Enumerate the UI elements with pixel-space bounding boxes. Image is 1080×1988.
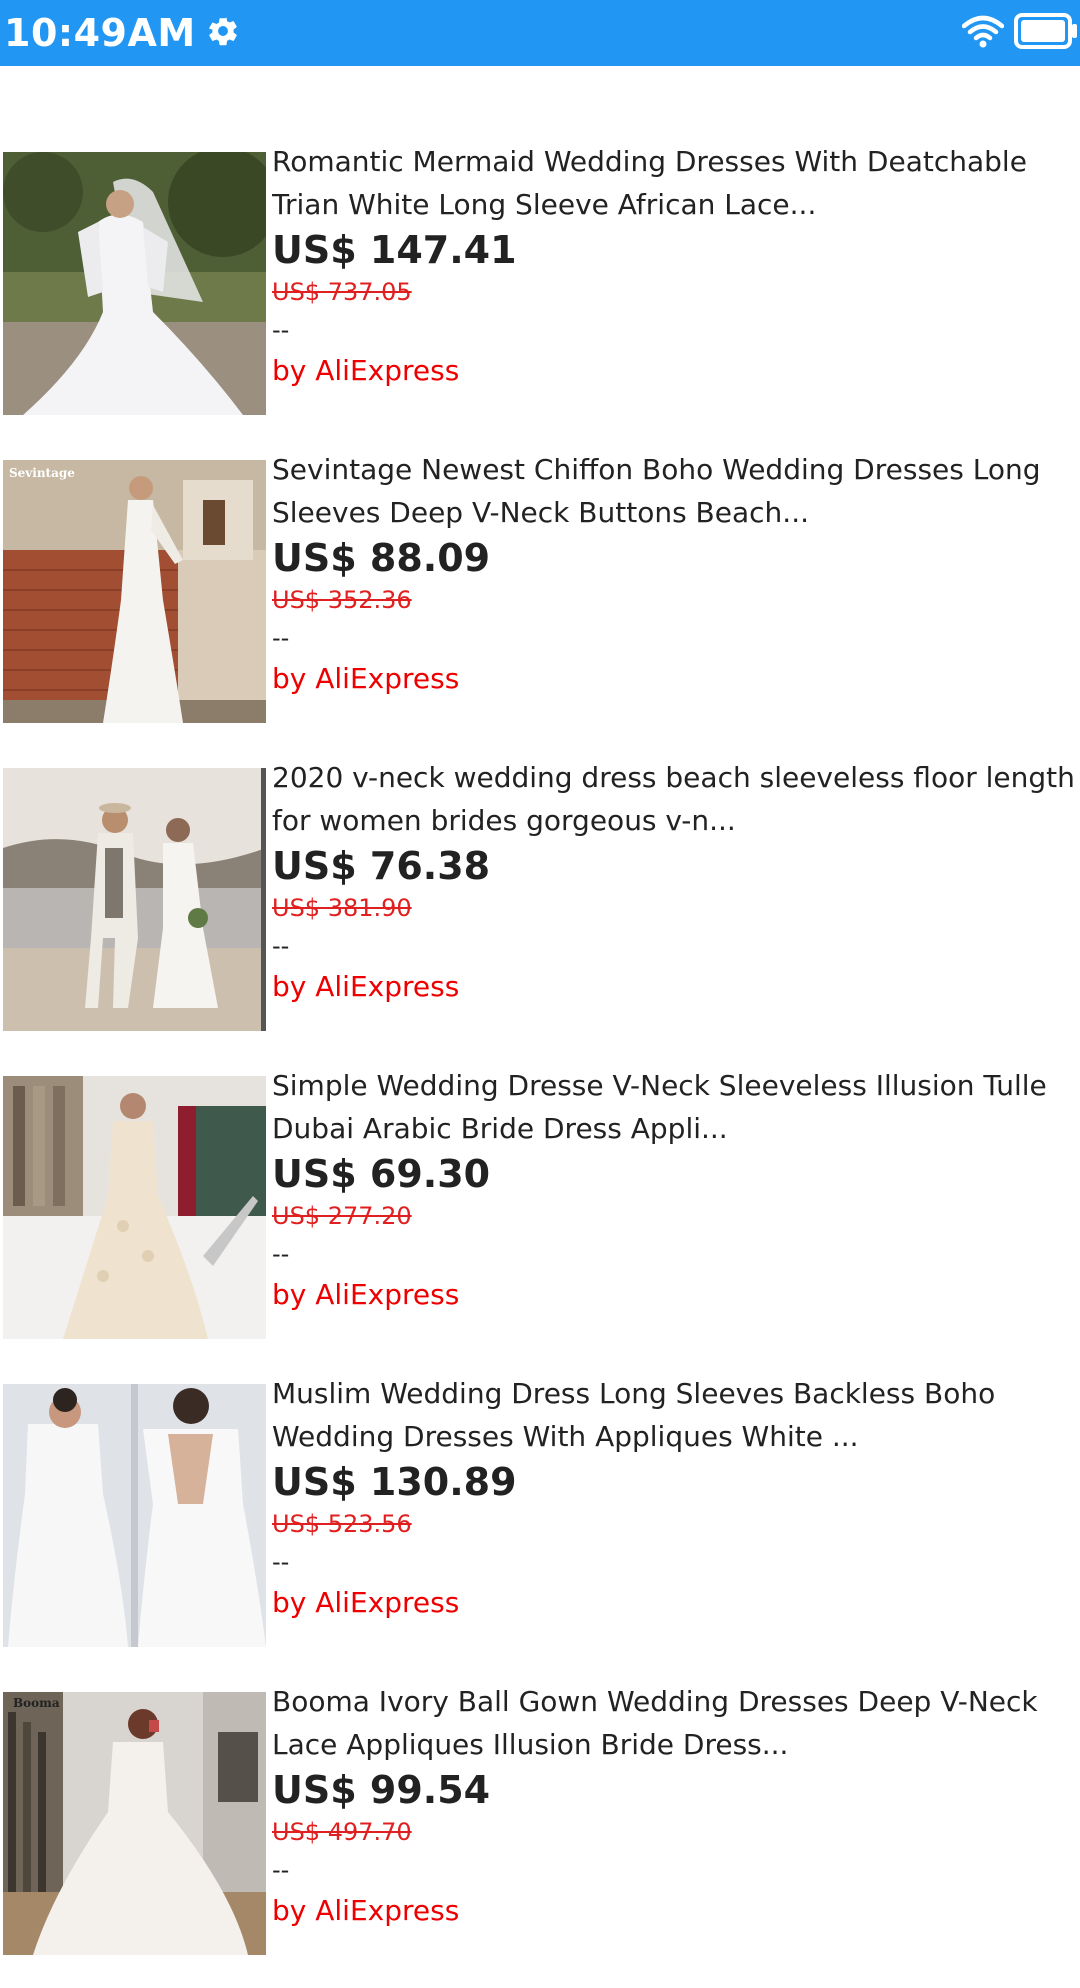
- product-seller[interactable]: by AliExpress: [272, 658, 1076, 700]
- product-title[interactable]: Simple Wedding Dresse V-Neck Sleeveless …: [272, 1064, 1076, 1150]
- product-image[interactable]: [3, 1076, 266, 1339]
- product-seller[interactable]: by AliExpress: [272, 1890, 1076, 1932]
- product-title[interactable]: Romantic Mermaid Wedding Dresses With De…: [272, 140, 1076, 226]
- product-original-price: US$ 352.36: [272, 586, 412, 614]
- product-list: Romantic Mermaid Wedding Dresses With De…: [0, 140, 1080, 1988]
- product-title[interactable]: Booma Ivory Ball Gown Wedding Dresses De…: [272, 1680, 1076, 1766]
- product-price: US$ 99.54: [272, 1768, 491, 1812]
- product-price: US$ 76.38: [272, 844, 491, 888]
- product-info: Romantic Mermaid Wedding Dresses With De…: [272, 140, 1076, 392]
- image-brand-label: Booma: [13, 1696, 60, 1710]
- product-image[interactable]: [3, 152, 266, 415]
- wifi-icon: [961, 14, 1005, 52]
- product-item[interactable]: Booma Booma Ivory Ball Gown Wedding Dres…: [0, 1680, 1080, 1988]
- product-rating: --: [272, 1240, 290, 1268]
- product-price: US$ 88.09: [272, 536, 491, 580]
- status-bar: 10:49AM: [0, 0, 1080, 66]
- product-image[interactable]: [3, 768, 266, 1031]
- product-info: 2020 v-neck wedding dress beach sleevele…: [272, 756, 1076, 1008]
- product-price: US$ 69.30: [272, 1152, 491, 1196]
- product-item[interactable]: 2020 v-neck wedding dress beach sleevele…: [0, 756, 1080, 1064]
- product-original-price: US$ 737.05: [272, 278, 412, 306]
- product-item[interactable]: Sevintage Sevintage Newest Chiffon Boho …: [0, 448, 1080, 756]
- product-image[interactable]: Sevintage: [3, 460, 266, 723]
- product-item[interactable]: Simple Wedding Dresse V-Neck Sleeveless …: [0, 1064, 1080, 1372]
- product-title[interactable]: Sevintage Newest Chiffon Boho Wedding Dr…: [272, 448, 1076, 534]
- product-image[interactable]: [3, 1384, 266, 1647]
- battery-icon: [1014, 13, 1078, 53]
- product-item[interactable]: Romantic Mermaid Wedding Dresses With De…: [0, 140, 1080, 448]
- product-image[interactable]: Booma: [3, 1692, 266, 1955]
- product-rating: --: [272, 932, 290, 960]
- product-info: Simple Wedding Dresse V-Neck Sleeveless …: [272, 1064, 1076, 1316]
- product-original-price: US$ 381.90: [272, 894, 412, 922]
- product-info: Muslim Wedding Dress Long Sleeves Backle…: [272, 1372, 1076, 1624]
- product-price: US$ 147.41: [272, 228, 517, 272]
- product-info: Sevintage Newest Chiffon Boho Wedding Dr…: [272, 448, 1076, 700]
- product-rating: --: [272, 316, 290, 344]
- product-original-price: US$ 277.20: [272, 1202, 412, 1230]
- product-seller[interactable]: by AliExpress: [272, 1274, 1076, 1316]
- product-seller[interactable]: by AliExpress: [272, 966, 1076, 1008]
- product-original-price: US$ 497.70: [272, 1818, 412, 1846]
- product-rating: --: [272, 1856, 290, 1884]
- product-rating: --: [272, 1548, 290, 1576]
- product-original-price: US$ 523.56: [272, 1510, 412, 1538]
- image-brand-label: Sevintage: [9, 466, 75, 480]
- product-price: US$ 130.89: [272, 1460, 517, 1504]
- status-right: [961, 13, 1078, 53]
- product-seller[interactable]: by AliExpress: [272, 1582, 1076, 1624]
- status-time: 10:49AM: [4, 11, 196, 55]
- gear-icon: [206, 14, 240, 52]
- product-rating: --: [272, 624, 290, 652]
- product-seller[interactable]: by AliExpress: [272, 350, 1076, 392]
- status-left: 10:49AM: [4, 11, 240, 55]
- product-title[interactable]: 2020 v-neck wedding dress beach sleevele…: [272, 756, 1076, 842]
- product-info: Booma Ivory Ball Gown Wedding Dresses De…: [272, 1680, 1076, 1932]
- product-item[interactable]: Muslim Wedding Dress Long Sleeves Backle…: [0, 1372, 1080, 1680]
- product-title[interactable]: Muslim Wedding Dress Long Sleeves Backle…: [272, 1372, 1076, 1458]
